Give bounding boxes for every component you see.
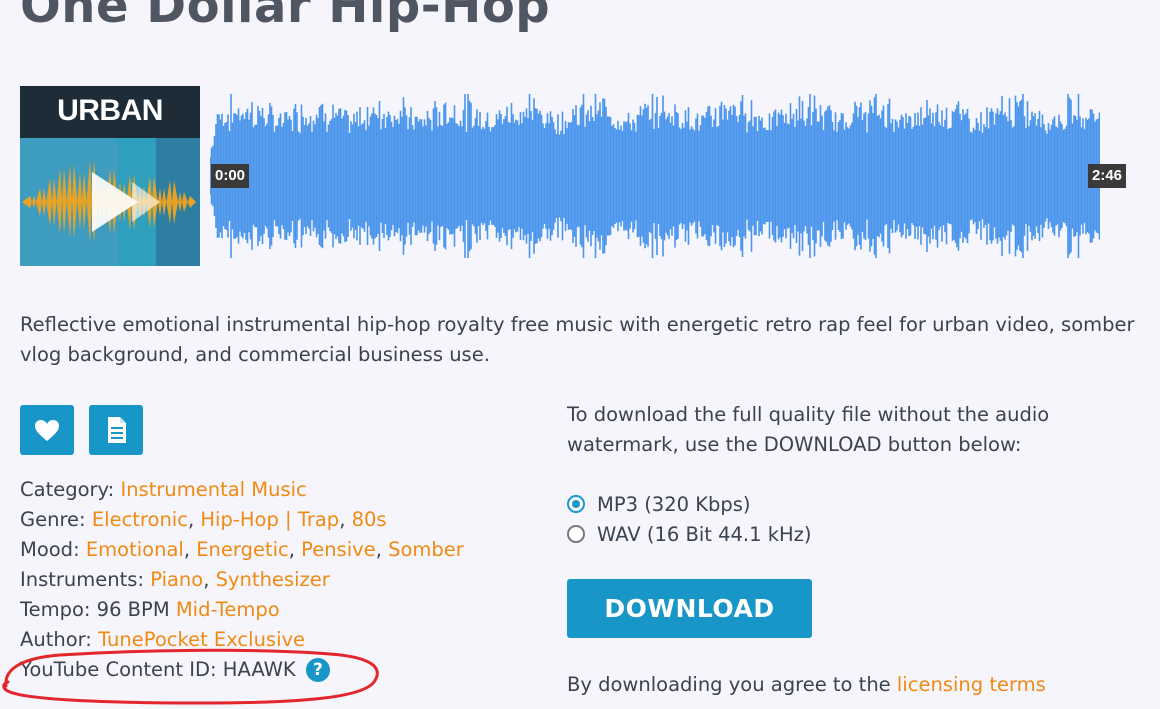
instruments-row: Instruments: Piano, Synthesizer: [20, 565, 540, 595]
radio-mp3[interactable]: [567, 495, 585, 513]
separator: ,: [187, 508, 195, 531]
license-document-button[interactable]: [89, 405, 143, 455]
album-cover[interactable]: URBAN: [20, 86, 200, 266]
waveform[interactable]: [210, 92, 1100, 260]
page-title: One Dollar Hip-Hop: [20, 0, 551, 34]
licensing-terms-link[interactable]: licensing terms: [897, 673, 1046, 696]
category-link[interactable]: Instrumental Music: [120, 478, 306, 501]
cover-waveform: [22, 160, 196, 242]
favorite-button[interactable]: [20, 405, 74, 455]
separator: ,: [203, 568, 210, 591]
format-option-mp3[interactable]: MP3 (320 Kbps): [567, 490, 751, 520]
genre-link[interactable]: Hip-Hop | Trap: [200, 508, 339, 531]
tempo-row: Tempo: 96 BPM Mid-Tempo: [20, 595, 540, 625]
licensing-terms-notice: By downloading you agree to the licensin…: [567, 670, 1046, 700]
track-description: Reflective emotional instrumental hip-ho…: [20, 313, 1135, 366]
mood-link[interactable]: Somber: [388, 538, 464, 561]
separator: ,: [339, 508, 346, 531]
tempo-link[interactable]: Mid-Tempo: [176, 598, 280, 621]
category-label: Category:: [20, 478, 115, 501]
instruments-label: Instruments:: [20, 568, 145, 591]
mood-label: Mood:: [20, 538, 80, 561]
format-label-wav: WAV (16 Bit 44.1 kHz): [597, 523, 812, 546]
tempo-label: Tempo:: [20, 598, 91, 621]
radio-wav[interactable]: [567, 525, 585, 543]
separator: ,: [183, 538, 191, 561]
download-button[interactable]: DOWNLOAD: [567, 579, 812, 638]
format-option-wav[interactable]: WAV (16 Bit 44.1 kHz): [567, 520, 812, 550]
genre-link[interactable]: Electronic: [92, 508, 188, 531]
separator: ,: [288, 538, 295, 561]
heart-icon: [35, 420, 59, 441]
category-row: Category: Instrumental Music: [20, 475, 540, 505]
mood-link[interactable]: Energetic: [196, 538, 289, 561]
format-label-mp3: MP3 (320 Kbps): [597, 493, 751, 516]
time-start: 0:00: [211, 164, 250, 188]
instrument-link[interactable]: Piano: [150, 568, 203, 591]
genre-link[interactable]: 80s: [352, 508, 387, 531]
instrument-link[interactable]: Synthesizer: [216, 568, 330, 591]
genre-row: Genre: Electronic, Hip-Hop | Trap, 80s: [20, 505, 540, 535]
mood-link[interactable]: Pensive: [301, 538, 376, 561]
download-info: To download the full quality file withou…: [567, 403, 1050, 456]
mood-link[interactable]: Emotional: [86, 538, 184, 561]
terms-prefix: By downloading you agree to the: [567, 673, 891, 696]
cover-text: URBAN: [57, 94, 163, 127]
tempo-value: 96 BPM: [96, 598, 170, 621]
document-icon: [108, 417, 126, 443]
waveform-player[interactable]: [210, 92, 1100, 260]
separator: ,: [375, 538, 382, 561]
mood-row: Mood: Emotional, Energetic, Pensive, Som…: [20, 535, 540, 565]
red-circle-annotation: [2, 648, 379, 705]
genre-label: Genre:: [20, 508, 86, 531]
time-end: 2:46: [1088, 164, 1127, 188]
